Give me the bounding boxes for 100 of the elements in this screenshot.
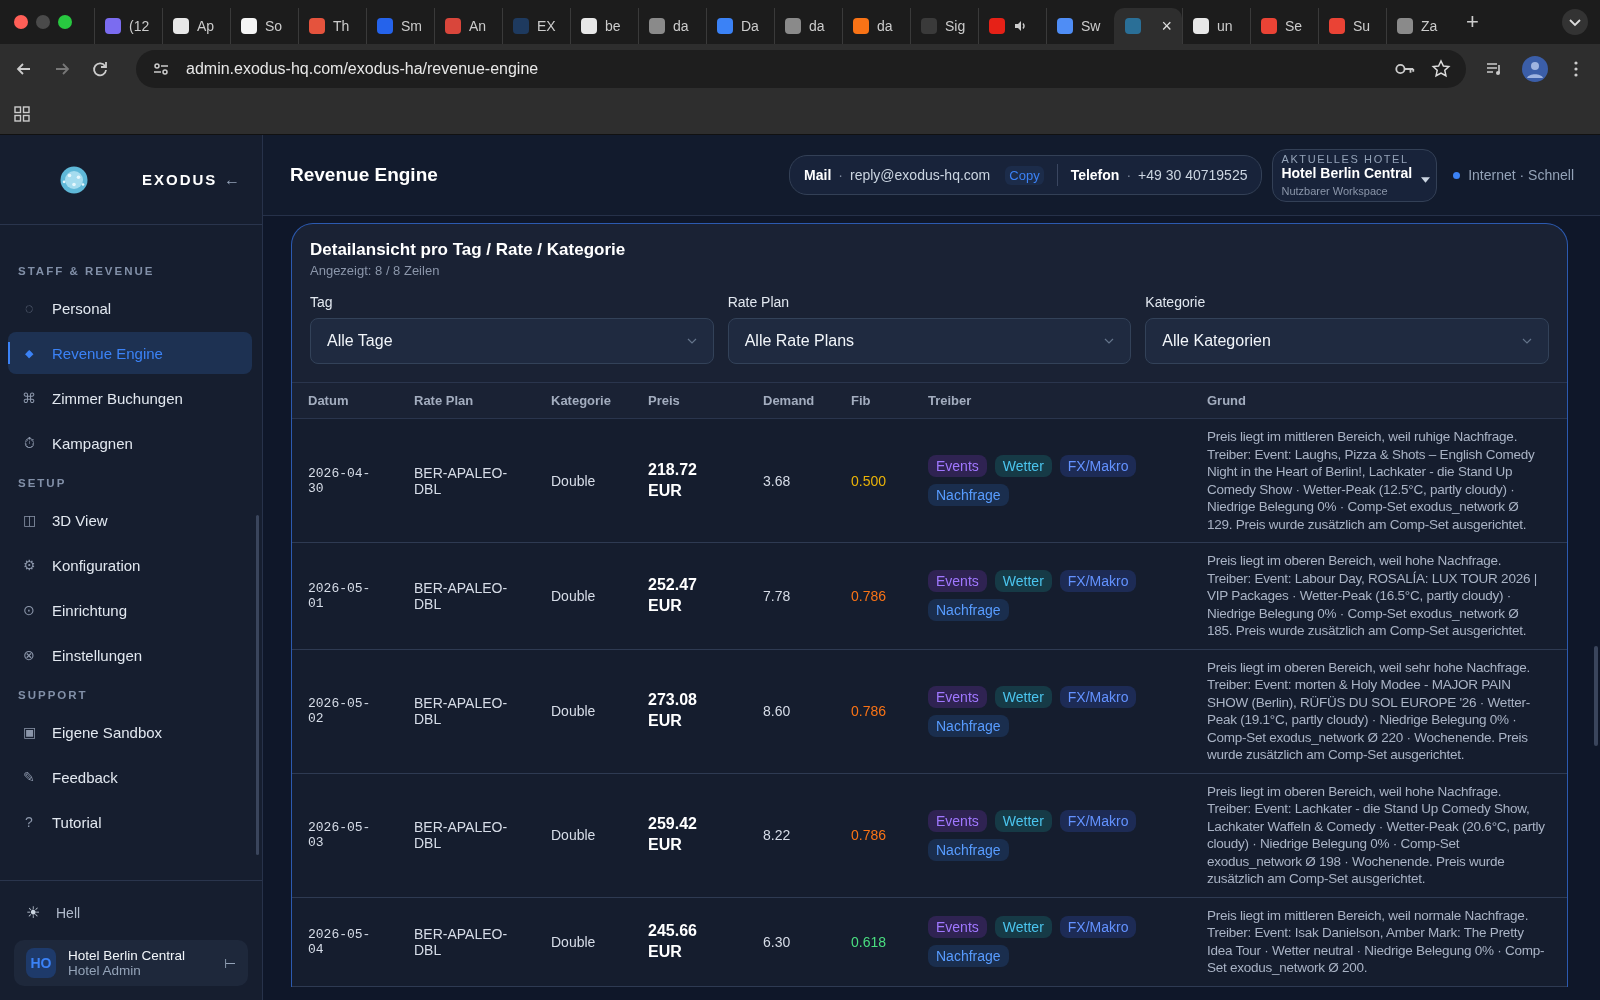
fib-value: 0.786 (851, 587, 887, 604)
driver-tag: Events (928, 685, 987, 708)
driver-tag: Events (928, 916, 987, 938)
rate-plan-cell: BER-APALEO-DBL (414, 925, 509, 958)
category-cell: Double (551, 703, 596, 719)
speaker-icon[interactable] (1013, 19, 1027, 33)
nav-item[interactable]: ◫ 3D View (8, 499, 252, 541)
column-header: Demand (747, 382, 835, 419)
driver-tag: Nachfrage (928, 714, 1009, 737)
filter-label: Tag (310, 294, 334, 310)
nav-item[interactable]: ✎ Feedback (8, 756, 252, 798)
reason-text: Preis liegt im oberen Bereich, weil hohe Nachfrage. Treiber: Event: Lachkater - die Stand Up Comedy Show, Lachkater Waffeln & Comedy · Wetter-Peak (20.6°C, partly cloudy) · Niedrige Belegung 0% · Comp-Set exodus_network Ø 198 · Wochenende. Preis wurde zusätzlich am Comp-Set ausgerichtet. (1207, 782, 1546, 888)
driver-tag: FX/Makro (1059, 685, 1137, 708)
copy-link[interactable]: Copy (1005, 165, 1044, 185)
fib-value: 0.500 (851, 472, 887, 489)
close-window-button[interactable] (14, 15, 28, 29)
apps-grid-icon[interactable] (12, 104, 32, 124)
filter-dropdown[interactable]: Alle Tage (310, 318, 714, 364)
collapse-sidebar-button[interactable]: ← (224, 170, 240, 189)
driver-tag: Events (928, 809, 987, 832)
filter-dropdown[interactable]: Alle Kategorien (1145, 318, 1549, 364)
user-name: Hotel Berlin Central (68, 948, 186, 963)
date-cell-text: 2026-05-01 (308, 580, 372, 611)
demand-cell: 8.22 (763, 827, 791, 843)
category-cell: Double (551, 587, 596, 604)
driver-tag: Wetter (994, 570, 1052, 593)
price-cell-text: 252.47 EUR (648, 574, 698, 616)
nav-item[interactable]: ⏱ Kampagnen (8, 422, 252, 464)
logout-button[interactable]: ⊢ (224, 955, 236, 971)
demand-cell: 6.30 (763, 933, 791, 950)
contact-label: Telefon (1070, 167, 1120, 183)
zoom-window-button[interactable] (58, 15, 72, 29)
nav-item[interactable]: ⊗ Einstellungen (8, 634, 252, 676)
demand-cell: 3.68 (763, 472, 791, 489)
reason-text: Preis liegt im mittleren Bereich, weil ruhige Nachfrage. Treiber: Event: Laughs, Pizza & Shots – English Comedy Night in the Heart of Berlin!, Lachkater - die Stand Up Comedy Show · Wetter-Peak (12.5°C, partly cloudy) · Niedrige Belegung 0% · Comp-Set exodus_network Ø 129. Preis wurde zusätzlich am Comp-Set ausgerichtet. (1207, 428, 1536, 533)
user-role: Hotel Admin (68, 963, 142, 978)
contact-value: +49 30 40719525 (1138, 167, 1248, 183)
price-cell-text: 218.72 EUR (648, 459, 698, 501)
column-header: Fib (835, 382, 912, 419)
caret-icon (1421, 176, 1431, 183)
nav-item[interactable]: ⚙ Konfiguration (8, 544, 252, 586)
connection-status: Internet · Schnell (1468, 167, 1574, 183)
column-header: Preis (632, 382, 747, 419)
hotel-selector[interactable]: AKTUELLES HOTEL Hotel Berlin Central Nutzbarer Workspace (1272, 148, 1438, 202)
driver-tag: Nachfrage (928, 945, 1009, 967)
reason-text: Preis liegt im oberen Bereich, weil sehr hohe Nachfrage. Treiber: Event: morten & Holy Modee - MAJOR PAIN SHOW (Berlin), RÜFÜS DU SOL EUROPE '26 · Wetter-Peak (19.1°C, partly cloudy) · Niedrige Belegung 0% · Comp-Set exodus_network Ø 220 · Wochenende. Preis wurde zusätzlich am Comp-Set ausgerichtet. (1207, 658, 1531, 764)
chevron-icon (1522, 338, 1532, 344)
theme-toggle[interactable]: ☀ Hell (14, 897, 248, 928)
driver-tag: Events (928, 570, 987, 593)
new-tab-button[interactable]: + (1466, 9, 1479, 35)
chevron-icon (1104, 338, 1115, 344)
rate-plan-cell: BER-APALEO-DBL (414, 819, 509, 851)
user-avatar: HO (26, 948, 56, 978)
rate-plan-cell: BER-APALEO-DBL (414, 695, 509, 727)
driver-tag: Wetter (994, 809, 1052, 832)
chevron-icon (686, 338, 697, 344)
driver-tag: Wetter (994, 455, 1052, 477)
driver-tag: FX/Makro (1059, 570, 1137, 593)
tab-search-button[interactable] (1562, 9, 1588, 35)
nav-item[interactable]: ◌ Personal (8, 287, 252, 329)
column-header: Datum (292, 382, 398, 419)
driver-tag: FX/Makro (1059, 809, 1137, 832)
driver-tag: Events (928, 455, 987, 477)
close-tab-button[interactable]: × (1161, 15, 1172, 37)
fib-value: 0.786 (851, 703, 887, 719)
section-heading: STAFF & REVENUE (17, 264, 156, 279)
bookmark-star-icon[interactable] (1430, 59, 1452, 79)
profile-avatar[interactable] (1522, 56, 1548, 82)
address-bar[interactable]: admin.exodus-hq.com/exodus-ha/revenue-engine (136, 50, 1466, 88)
user-card[interactable]: HO Hotel Berlin Central Hotel Admin ⊢ (14, 940, 248, 986)
nav-item[interactable]: ⊙ Einrichtung (8, 589, 252, 631)
category-cell: Double (551, 827, 596, 843)
browser-tab[interactable]: × (1114, 8, 1182, 44)
nav-item[interactable]: ⌘ Zimmer Buchungen (8, 377, 252, 419)
demand-cell: 7.78 (763, 587, 791, 604)
driver-tag: FX/Makro (1059, 916, 1137, 938)
section-heading: SETUP (17, 476, 68, 491)
scrollbar[interactable] (256, 515, 259, 855)
page-title: Revenue Engine (290, 164, 438, 186)
contact-value: reply@exodus-hq.com (850, 167, 991, 183)
scrollbar[interactable] (1594, 646, 1598, 746)
driver-tag: FX/Makro (1059, 455, 1137, 477)
driver-tag: Nachfrage (928, 599, 1009, 622)
column-header: Grund (1191, 382, 1567, 419)
date-cell-text: 2026-05-04 (308, 926, 372, 957)
reason-text: Preis liegt im oberen Bereich, weil hohe Nachfrage. Treiber: Event: Labour Day, ROSALÍA: LUX TOUR 2026 | VIP Packages · Wetter-Peak (16.5°C, partly cloudy) · Niedrige Belegung 0% · Comp-Set exodus_network Ø 185. Preis wurde zusätzlich am Comp-Set ausgerichtet. (1207, 552, 1538, 640)
filter-label: Kategorie (1145, 294, 1207, 310)
demand-cell: 8.60 (763, 703, 791, 719)
contact-label: Mail (804, 167, 832, 183)
filter-dropdown[interactable]: Alle Rate Plans (727, 318, 1132, 364)
date-cell-text: 2026-05-02 (308, 696, 372, 726)
reason-text: Preis liegt im mittleren Bereich, weil normale Nachfrage. Treiber: Event: Isak Danielson, Amber Mark: The Pretty Idea Tour · Wetter neutral · Niedrige Belegung 0% · Comp-Set exodus_network Ø 200. (1207, 906, 1546, 977)
column-header: Kategorie (535, 382, 632, 419)
driver-tag: Wetter (994, 685, 1052, 708)
nav-item[interactable]: ? Tutorial (8, 801, 252, 843)
date-cell-text: 2026-05-03 (308, 820, 372, 850)
reload-icon[interactable] (90, 59, 110, 79)
separator: · (1126, 167, 1132, 183)
nav-item[interactable]: ◆ Revenue Engine (8, 332, 252, 374)
nav-item[interactable]: ▣ Eigene Sandbox (8, 711, 252, 753)
